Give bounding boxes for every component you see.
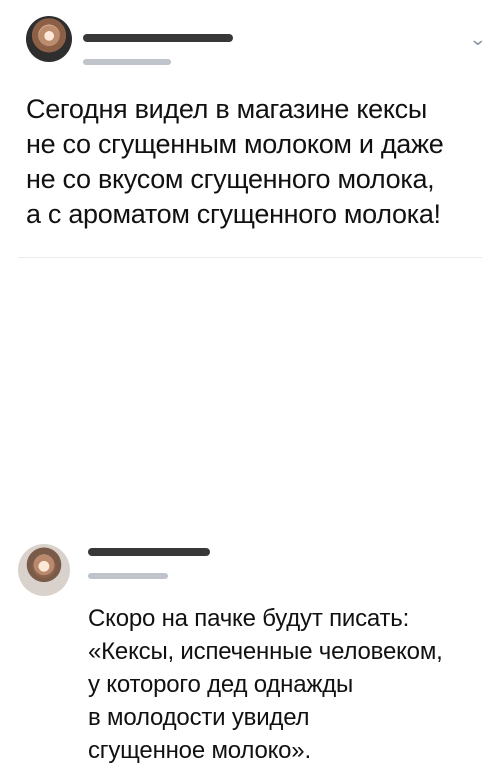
tweet-divider [18,257,482,258]
redacted-author-name [83,34,233,42]
main-tweet-text: Сегодня видел в магазине кексы не со сгу… [26,94,444,229]
avatar-face-shape [35,25,63,53]
redacted-reply-author-name [88,548,210,556]
avatar-face-shape [28,554,60,586]
redacted-reply-author-handle [88,573,168,579]
reply-tweet-text: Скоро на пачке будут писать: «Кексы, исп… [88,605,443,764]
reply-author-avatar[interactable] [18,544,70,596]
author-avatar[interactable] [26,16,72,62]
redacted-author-handle [83,59,171,65]
main-tweet: ⌄ Сегодня видел в магазине кексы не со с… [0,0,500,262]
reply-tweet: Скоро на пачке будут писать: «Кексы, исп… [0,262,500,764]
chevron-down-icon[interactable]: ⌄ [469,30,487,48]
